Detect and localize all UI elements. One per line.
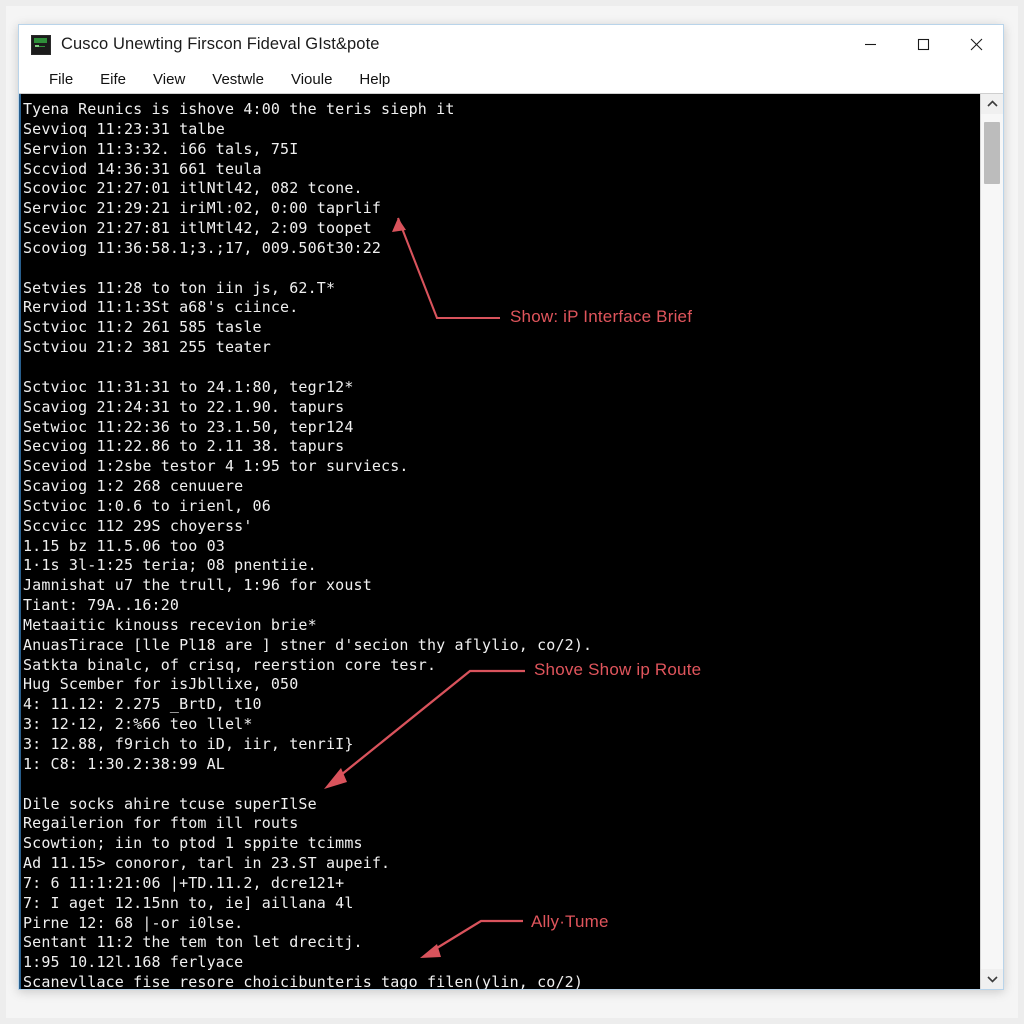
terminal-line: Tyena Reunics is ishove 4:00 the teris s… <box>23 100 455 118</box>
terminal-line: Rerviod 11:1:3St a68's ciince. <box>23 298 299 317</box>
menu-item-vioule[interactable]: Vioule <box>291 71 332 88</box>
menu-item-help[interactable]: Help <box>359 71 390 88</box>
terminal-line: Scowtion; iin to ptod 1 sppite tcimms <box>23 834 363 853</box>
close-button[interactable] <box>950 25 1003 64</box>
terminal-line: Sctvioc 11:31:31 to 24.1:80, tegr12* <box>23 377 354 396</box>
window-controls <box>844 25 1003 64</box>
scroll-down-arrow-icon[interactable] <box>981 969 1003 989</box>
terminal-line: Scaviog 1:2 268 cenuuere <box>23 477 244 496</box>
terminal-line: Jamnishat u7 the trull, 1:96 for xoust <box>23 576 372 595</box>
terminal-line: Sctvioc 1:0.6 to irienl, 06 <box>23 496 271 515</box>
title-bar[interactable]: Cusco Unewting Firscon Fideval GIst&pote <box>19 25 1003 65</box>
terminal-line: 4: 11.12: 2.275 _BrtD, t10 <box>23 695 262 714</box>
terminal-line: 1·1s 3l-1:25 teria; 08 pnentiie. <box>23 556 317 575</box>
terminal-line-list: Tyena Reunics is ishove 4:00 the teris s… <box>19 100 980 989</box>
terminal-line: Metaaitic kinouss recevion brie* <box>23 615 317 634</box>
terminal-line: 7: I aget 12.15nn to, ie] aillana 4l <box>23 893 354 912</box>
scrollbar-track[interactable] <box>981 114 1003 969</box>
terminal-line: 1:95 10.12l.168 ferlyace <box>23 953 244 972</box>
terminal-line: Secviog 11:22.86 to 2.11 38. tapurs <box>23 437 345 456</box>
terminal-line: Sctviou 21:2 381 255 teater <box>23 338 271 357</box>
terminal-line: Sccvicc 112 29S choyerss' <box>23 516 253 535</box>
terminal-line: 7: 6 11:1:21:06 |+TD.11.2, dcre121+ <box>23 873 345 892</box>
terminal-line: Sceviod 1:2sbe testor 4 1:95 tor surviec… <box>23 457 409 476</box>
window-title: Cusco Unewting Firscon Fideval GIst&pote <box>61 35 380 53</box>
terminal-line: Sentant 11:2 the tem ton let drecitj. <box>23 933 363 952</box>
terminal-line: Scaviog 21:24:31 to 22.1.90. tapurs <box>23 397 345 416</box>
terminal-line: 3: 12.88, f9rich to iD, iir, tenriI} <box>23 735 354 753</box>
terminal-line: Pirne 12: 68 |-or i0lse. <box>23 913 244 932</box>
terminal-line: Scanevllace fise resore choicibunteris t… <box>23 973 584 989</box>
terminal-line: Scoviog 11:36:58.1;3.;17, 009.506t30:22 <box>23 238 382 257</box>
terminal-line: Scovioc 21:27:01 itlNtl42, 082 tcone. <box>23 179 363 198</box>
minimize-button[interactable] <box>844 25 897 64</box>
terminal-line: Sccviod 14:36:31 661 teula <box>23 159 262 178</box>
terminal-line: Setvies 11:28 to ton iin js, 62.T* <box>23 278 336 297</box>
terminal-line: Scevion 21:27:81 itlMtl42, 2:09 toopet <box>23 219 372 238</box>
terminal-area: Tyena Reunics is ishove 4:00 the teris s… <box>19 93 1003 989</box>
menu-item-eife[interactable]: Eife <box>100 71 126 88</box>
terminal-output[interactable]: Tyena Reunics is ishove 4:00 the teris s… <box>19 94 980 989</box>
menu-item-view[interactable]: View <box>153 71 185 88</box>
terminal-line: Sevvioq 11:23:31 talbe <box>23 119 225 138</box>
menu-bar: File Eife View Vestwle Vioule Help <box>19 65 1003 93</box>
screenshot-root: Cusco Unewting Firscon Fideval GIst&pote… <box>0 0 1024 1024</box>
terminal-line: Satkta binalc, of crisq, reerstion core … <box>23 655 437 674</box>
menu-item-vestwle[interactable]: Vestwle <box>212 71 264 88</box>
terminal-line: Tiant: 79A..16:20 <box>23 596 180 615</box>
terminal-line: 3: 12·12, 2:%66 teo llel* <box>23 715 253 734</box>
terminal-line: 1: C8: 1:30.2:38:99 AL <box>23 754 225 773</box>
terminal-line: Regailerion for ftom ill routs <box>23 814 299 833</box>
terminal-line: Dile socks ahire tcuse superIlSe <box>23 794 317 813</box>
terminal-line: Ad 11.15> conoror, tarl in 23.ST aupeif. <box>23 854 391 873</box>
console-window: Cusco Unewting Firscon Fideval GIst&pote… <box>18 24 1004 990</box>
vertical-scrollbar[interactable] <box>980 94 1003 989</box>
terminal-line: 1.15 bz 11.5.06 too 03 <box>23 536 225 555</box>
terminal-line: Setwioc 11:22:36 to 23.1.50, tepr124 <box>23 417 354 436</box>
maximize-button[interactable] <box>897 25 950 64</box>
terminal-line: Hug Scember for isJbllixe, 050 <box>23 675 299 694</box>
terminal-line: Servion 11:3:32. i66 tals, 75I <box>23 139 299 158</box>
menu-item-file[interactable]: File <box>49 71 73 88</box>
console-app-icon <box>31 34 51 55</box>
scroll-up-arrow-icon[interactable] <box>981 94 1003 114</box>
terminal-line: AnuasTirace [lle Pl18 are ] stner d'seci… <box>23 635 593 654</box>
terminal-line: Servioc 21:29:21 iriMl:02, 0:00 taprlif <box>23 199 382 218</box>
scrollbar-thumb[interactable] <box>984 122 1000 184</box>
terminal-line: Sctvioc 11:2 261 585 tasle <box>23 318 262 337</box>
